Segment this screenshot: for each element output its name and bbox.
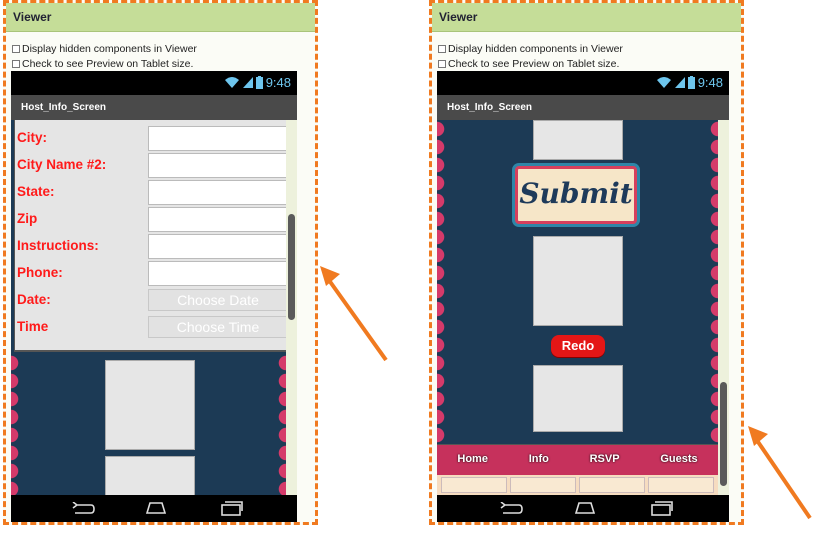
android-nav-bar <box>437 495 729 522</box>
screen-title: Host_Info_Screen <box>11 95 297 120</box>
redo-button[interactable]: Redo <box>551 335 605 357</box>
annotation-arrow <box>320 266 388 362</box>
form-row-zip: Zip <box>15 206 286 233</box>
viewer-header: Viewer <box>432 3 741 32</box>
tablet-preview-option[interactable]: Check to see Preview on Tablet size. <box>438 58 619 70</box>
city-name-2-input[interactable] <box>148 153 286 178</box>
state-input[interactable] <box>148 180 286 205</box>
form-row-city2: City Name #2: <box>15 152 286 179</box>
field-label: City: <box>17 130 47 145</box>
phone-preview: 9:48 Host_Info_Screen City: City Name #2… <box>11 71 297 522</box>
app-screen: City: City Name #2: State: Zip Instructi… <box>11 120 286 495</box>
field-label: Phone: <box>17 265 63 280</box>
status-bar: 9:48 <box>11 71 297 95</box>
display-hidden-label: Display hidden components in Viewer <box>448 43 623 55</box>
instructions-input[interactable] <box>148 234 286 259</box>
zip-input[interactable] <box>148 207 286 232</box>
tab-info[interactable]: Info <box>529 453 549 465</box>
date-label: Date: <box>17 292 51 307</box>
form-row-city: City: <box>15 125 286 152</box>
scrollbar-thumb[interactable] <box>720 382 727 486</box>
phone-input[interactable] <box>148 261 286 286</box>
android-nav-bar <box>11 495 297 522</box>
tablet-preview-option[interactable]: Check to see Preview on Tablet size. <box>12 58 193 70</box>
choose-time-button[interactable]: Choose Time <box>148 316 286 338</box>
tablet-preview-checkbox[interactable] <box>438 60 446 68</box>
home-icon[interactable] <box>144 501 168 515</box>
wifi-icon <box>656 77 671 88</box>
recent-apps-icon[interactable] <box>219 501 243 516</box>
submit-button[interactable]: Submit <box>515 166 637 224</box>
display-hidden-option[interactable]: Display hidden components in Viewer <box>438 43 623 55</box>
scallop-border-left <box>437 120 445 445</box>
battery-icon <box>255 76 263 89</box>
display-hidden-checkbox[interactable] <box>12 45 20 53</box>
recent-apps-icon[interactable] <box>649 501 673 516</box>
image-placeholder <box>105 456 195 495</box>
signal-icon <box>674 77 685 88</box>
form-row-instructions: Instructions: <box>15 233 286 260</box>
tab-list: Home Info RSVP Guests <box>437 453 718 465</box>
tablet-preview-label: Check to see Preview on Tablet size. <box>448 58 620 70</box>
battery-icon <box>687 76 695 89</box>
bottom-tab-bar: Home Info RSVP Guests <box>437 444 718 495</box>
status-time: 9:48 <box>697 75 723 90</box>
city-input[interactable] <box>148 126 286 151</box>
submit-label: Submit <box>519 177 633 210</box>
form-row-phone: Phone: <box>15 260 286 287</box>
form-row-state: State: <box>15 179 286 206</box>
screen-title: Host_Info_Screen <box>437 95 729 120</box>
back-icon[interactable] <box>499 502 523 516</box>
field-label: State: <box>17 184 55 199</box>
image-placeholder <box>533 236 623 326</box>
status-time: 9:48 <box>265 75 291 90</box>
tab-rsvp[interactable]: RSVP <box>590 453 620 465</box>
wifi-icon <box>224 77 239 88</box>
time-label: Time <box>17 319 49 334</box>
scallop-border-left <box>11 354 19 495</box>
host-info-form: City: City Name #2: State: Zip Instructi… <box>14 120 286 352</box>
field-label: City Name #2: <box>17 157 107 172</box>
tablet-preview-checkbox[interactable] <box>12 60 20 68</box>
form-row-date: Date: Choose Date <box>15 287 286 314</box>
scrollbar-thumb[interactable] <box>288 214 295 320</box>
app-screen: Submit Redo Home Info RSVP Guests <box>437 120 718 495</box>
display-hidden-option[interactable]: Display hidden components in Viewer <box>12 43 197 55</box>
display-hidden-label: Display hidden components in Viewer <box>22 43 197 55</box>
choose-date-button[interactable]: Choose Date <box>148 289 286 311</box>
image-area <box>11 354 286 495</box>
scallop-border-right <box>710 120 718 445</box>
field-label: Instructions: <box>17 238 99 253</box>
viewer-header: Viewer <box>6 3 315 32</box>
left-viewer-panel: Viewer Display hidden components in View… <box>3 0 318 525</box>
display-hidden-checkbox[interactable] <box>438 45 446 53</box>
scallop-border-right <box>278 354 286 495</box>
viewer-scrollbar[interactable] <box>286 120 297 495</box>
phone-preview: 9:48 Host_Info_Screen Submit Redo Home I… <box>437 71 729 522</box>
image-placeholder <box>105 360 195 450</box>
right-viewer-panel: Viewer Display hidden components in View… <box>429 0 744 525</box>
back-icon[interactable] <box>71 502 95 516</box>
signal-icon <box>242 77 253 88</box>
field-label: Zip <box>17 211 38 226</box>
status-bar: 9:48 <box>437 71 729 95</box>
tab-home[interactable]: Home <box>457 453 488 465</box>
annotation-arrow <box>748 426 812 520</box>
tablet-preview-label: Check to see Preview on Tablet size. <box>22 58 194 70</box>
image-placeholder <box>533 365 623 432</box>
tab-guests[interactable]: Guests <box>660 453 697 465</box>
form-row-time: Time Choose Time <box>15 314 286 341</box>
home-icon[interactable] <box>573 501 597 515</box>
viewer-scrollbar[interactable] <box>718 120 729 495</box>
tab-bar-base <box>441 477 714 493</box>
image-placeholder <box>533 120 623 160</box>
